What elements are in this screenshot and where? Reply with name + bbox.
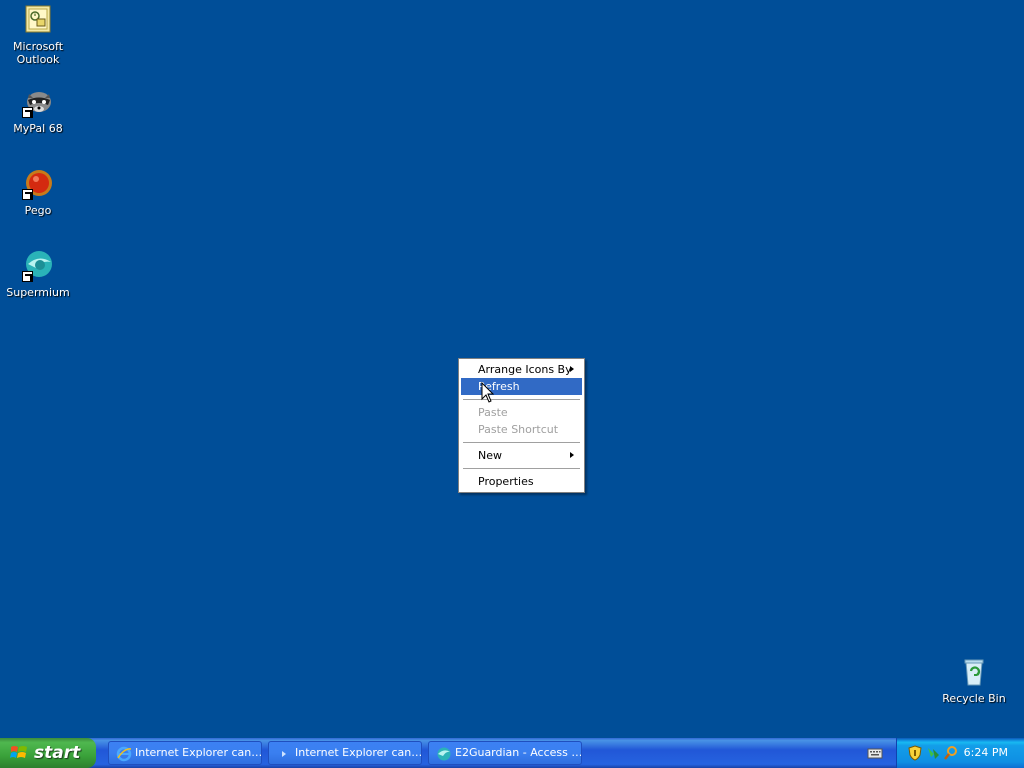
window-icon [282,751,286,757]
desktop-icon-label: Pego [24,204,52,217]
menu-item-arrange-icons-by[interactable]: Arrange Icons By [461,361,582,378]
submenu-arrow-icon [570,452,574,458]
desktop-icon-supermium[interactable]: Supermium [0,250,76,299]
shortcut-arrow-icon [22,271,33,282]
menu-item-label: Arrange Icons By [478,363,572,376]
taskbar-button-label: Internet Explorer can… [135,746,262,759]
clock[interactable]: 6:24 PM [964,738,1008,768]
menu-item-paste[interactable]: Paste [461,404,582,421]
desktop-icon-label: Outlook [16,53,60,66]
taskbar-button-e2guardian[interactable]: E2Guardian - Access … [428,741,582,765]
taskbar-button-internet-explorer-1[interactable]: Internet Explorer can… [108,741,262,765]
desktop-icon-label: MyPal 68 [13,122,63,135]
mypal-icon [22,86,54,118]
windows-logo-icon [10,746,27,758]
menu-item-label: Paste Shortcut [478,423,559,436]
mouse-cursor-icon [481,382,495,403]
menu-item-label: Properties [478,475,534,488]
taskbar-button-label: Internet Explorer can… [295,746,422,759]
menu-separator [463,468,580,469]
internet-explorer-icon [116,746,132,762]
outlook-icon [22,4,54,36]
shortcut-arrow-icon [22,107,33,118]
search-icon[interactable] [943,745,959,761]
supermium-icon [437,747,451,761]
supermium-icon [22,250,54,282]
menu-item-refresh[interactable]: Refresh [461,378,582,395]
desktop-icon-recycle-bin[interactable]: Recycle Bin [936,656,1012,705]
taskbar-button-label: E2Guardian - Access … [455,746,582,759]
network-icon[interactable] [925,745,941,761]
shortcut-arrow-icon [22,189,33,200]
security-shield-icon[interactable] [907,745,923,761]
menu-item-label: Paste [478,406,508,419]
pego-icon [22,168,54,200]
desktop-icon-label: Microsoft [12,40,64,53]
start-button[interactable]: start [0,738,96,768]
recycle-bin-icon [958,656,990,688]
menu-item-new[interactable]: New [461,447,582,464]
keyboard-icon[interactable] [867,745,883,761]
menu-item-paste-shortcut[interactable]: Paste Shortcut [461,421,582,438]
desktop-icon-mypal[interactable]: MyPal 68 [0,86,76,135]
taskbar-button-internet-explorer-2[interactable]: Internet Explorer can… [268,741,422,765]
desktop-icon-outlook[interactable]: Microsoft Outlook [0,4,76,66]
menu-item-label: New [478,449,502,462]
menu-item-properties[interactable]: Properties [461,473,582,490]
desktop[interactable]: Microsoft Outlook MyPal 68 Pego Supermiu… [0,0,1024,738]
menu-separator [463,442,580,443]
system-tray: 6:24 PM [896,738,1024,768]
submenu-arrow-icon [570,366,574,372]
desktop-icon-pego[interactable]: Pego [0,168,76,217]
desktop-icon-label: Recycle Bin [942,692,1006,705]
desktop-icon-label: Supermium [6,286,70,299]
desktop-context-menu: Arrange Icons By Refresh Paste Paste Sho… [458,358,585,493]
start-label: start [34,743,81,763]
